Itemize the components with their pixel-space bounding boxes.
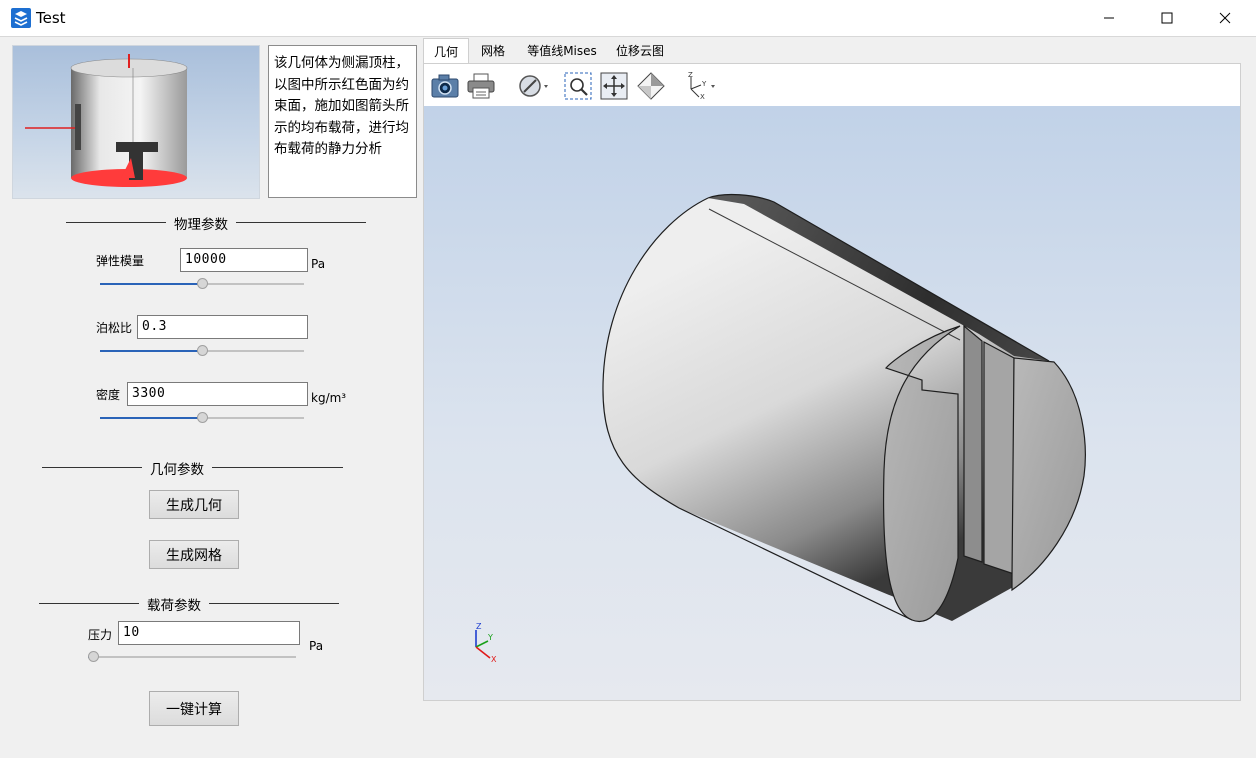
generate-mesh-button[interactable]: 生成网格 xyxy=(149,540,239,569)
pressure-input[interactable]: 10 xyxy=(118,621,300,645)
tab-mises[interactable]: 等值线Mises xyxy=(517,38,607,63)
title-bar: Test xyxy=(0,0,1256,37)
axis-z-label: Z xyxy=(476,622,482,631)
pressure-unit: Pa xyxy=(309,639,324,653)
viewer-toolbar: Z Y X xyxy=(424,64,1240,106)
density-input[interactable]: 3300 xyxy=(127,382,308,406)
3d-viewer-panel: Z Y X Z Y X xyxy=(423,63,1241,701)
density-unit: kg/m³ xyxy=(311,391,347,405)
generate-geometry-button[interactable]: 生成几何 xyxy=(149,490,239,519)
poisson-ratio-slider[interactable] xyxy=(100,345,304,357)
view-iso-icon[interactable] xyxy=(635,70,667,102)
elastic-modulus-label: 弹性模量 xyxy=(96,254,145,268)
pressure-slider[interactable] xyxy=(88,651,296,663)
physics-section-title: 物理参数 xyxy=(166,213,236,233)
axis-x-label: X xyxy=(491,655,497,664)
density-label: 密度 xyxy=(96,388,121,402)
axis-triad: Z Y X xyxy=(475,622,497,664)
app-icon xyxy=(11,8,31,28)
pressure-label: 压力 xyxy=(88,628,113,642)
svg-text:Z: Z xyxy=(688,71,693,79)
svg-text:X: X xyxy=(700,93,705,101)
tab-displacement[interactable]: 位移云图 xyxy=(609,38,671,63)
view-tabs: 几何 网格 等值线Mises 位移云图 xyxy=(423,38,1241,63)
elastic-modulus-input[interactable]: 10000 xyxy=(180,248,308,272)
density-slider[interactable] xyxy=(100,412,304,424)
geometry-section-title: 几何参数 xyxy=(142,458,212,478)
fit-all-icon[interactable] xyxy=(598,70,630,102)
compute-button[interactable]: 一键计算 xyxy=(149,691,239,726)
minimize-button[interactable] xyxy=(1086,0,1132,36)
elastic-modulus-unit: Pa xyxy=(311,257,326,271)
axis-y-label: Y xyxy=(487,633,493,642)
axes-view-icon[interactable]: Z Y X xyxy=(680,70,720,102)
load-section-title: 载荷参数 xyxy=(139,594,209,614)
tab-mesh[interactable]: 网格 xyxy=(471,38,515,63)
slider-handle[interactable] xyxy=(197,345,208,356)
maximize-button[interactable] xyxy=(1144,0,1190,36)
slider-handle[interactable] xyxy=(88,651,99,662)
close-button[interactable] xyxy=(1202,0,1248,36)
slider-handle[interactable] xyxy=(197,412,208,423)
poisson-ratio-label: 泊松比 xyxy=(96,321,133,335)
slider-handle[interactable] xyxy=(197,278,208,289)
geometry-description: 该几何体为侧漏顶柱，以图中所示红色面为约束面，施加如图箭头所示的均布载荷，进行均… xyxy=(268,45,417,198)
zoom-box-icon[interactable] xyxy=(562,70,594,102)
window-title: Test xyxy=(36,9,66,27)
tab-geometry[interactable]: 几何 xyxy=(423,38,469,63)
svg-text:Y: Y xyxy=(701,80,707,88)
display-mode-icon[interactable] xyxy=(516,70,552,102)
3d-viewport[interactable]: Z Y X xyxy=(424,106,1240,700)
elastic-modulus-slider[interactable] xyxy=(100,278,304,290)
poisson-ratio-input[interactable]: 0.3 xyxy=(137,315,308,339)
geometry-preview-image xyxy=(12,45,260,199)
camera-icon[interactable] xyxy=(429,70,461,102)
print-icon[interactable] xyxy=(465,70,497,102)
